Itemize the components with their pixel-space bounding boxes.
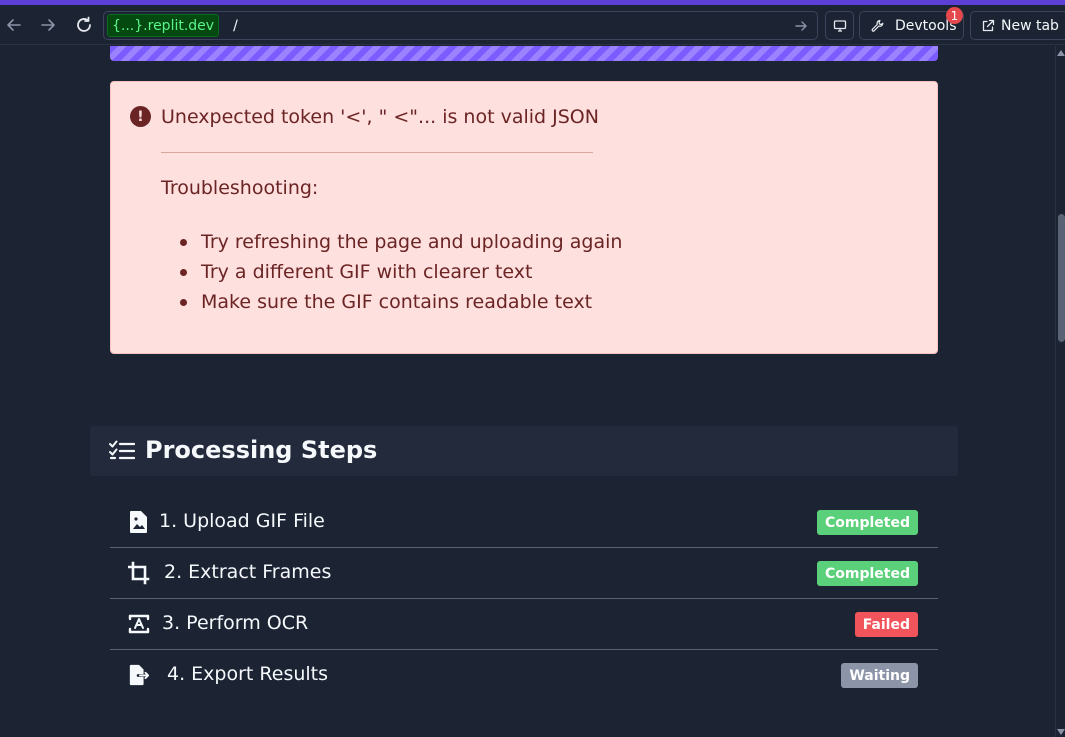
troubleshooting-list: Try refreshing the page and uploading ag… (179, 227, 622, 317)
address-bar[interactable]: {...} .replit.dev / (103, 11, 818, 40)
crop-icon (128, 561, 150, 585)
step-row: 1. Upload GIF File Completed (110, 497, 938, 548)
step-label: 2. Extract Frames (164, 561, 332, 583)
step-row: 2. Extract Frames Completed (110, 548, 938, 599)
step-row: 3. Perform OCR Failed (110, 599, 938, 650)
go-arrow-icon[interactable] (793, 18, 809, 34)
progress-bar-stripe (110, 46, 938, 61)
troubleshooting-tip: Try refreshing the page and uploading ag… (179, 227, 622, 257)
devtools-button[interactable]: Devtools 1 (859, 7, 964, 40)
external-link-icon (982, 19, 995, 31)
forward-button[interactable] (36, 13, 60, 37)
url-path[interactable]: / (233, 18, 238, 34)
status-badge: Failed (854, 612, 918, 637)
reload-icon (77, 16, 91, 32)
scroll-thumb[interactable] (1058, 214, 1065, 342)
troubleshooting-tip: Make sure the GIF contains readable text (179, 287, 622, 317)
scroll-up-arrow-icon[interactable] (1057, 50, 1065, 56)
new-tab-label: New tab (1001, 17, 1059, 34)
error-divider (161, 152, 593, 153)
error-message: Unexpected token '<', " <"... is not val… (161, 106, 599, 128)
error-alert: ! Unexpected token '<', " <"... is not v… (110, 81, 938, 354)
arrow-left-icon (7, 19, 21, 31)
wrench-icon (871, 19, 884, 32)
new-tab-button[interactable]: New tab (970, 11, 1065, 40)
reload-button[interactable] (72, 13, 96, 37)
status-badge: Completed (816, 510, 918, 535)
processing-steps-header: Processing Steps (90, 426, 958, 476)
browser-toolbar: {...} .replit.dev / Devtools 1 New tab (0, 5, 1065, 45)
processing-steps-title: Processing Steps (145, 436, 378, 464)
monitor-icon (833, 19, 846, 32)
status-badge: Waiting (841, 663, 918, 688)
file-image-icon (130, 511, 147, 533)
url-host-prefix: {...} (112, 17, 144, 34)
troubleshooting-title: Troubleshooting: (161, 177, 319, 199)
exclamation-circle-icon: ! (130, 106, 151, 127)
page-scrollbar[interactable] (1055, 46, 1065, 737)
devtools-badge: 1 (946, 7, 963, 24)
url-host-chip: {...} .replit.dev (107, 14, 220, 37)
step-label: 1. Upload GIF File (159, 510, 325, 532)
status-badge: Completed (816, 561, 918, 586)
checklist-icon (109, 440, 135, 460)
step-row: 4. Export Results Waiting (110, 650, 938, 701)
url-host-domain: .replit.dev (143, 17, 215, 34)
file-export-icon (129, 664, 150, 686)
troubleshooting-tip: Try a different GIF with clearer text (179, 257, 622, 287)
scroll-down-arrow-icon[interactable] (1057, 729, 1065, 735)
back-button[interactable] (2, 13, 26, 37)
text-scan-icon (128, 614, 150, 634)
arrow-right-icon (41, 19, 55, 31)
device-preview-button[interactable] (825, 11, 854, 40)
step-label: 3. Perform OCR (162, 612, 309, 634)
step-label: 4. Export Results (167, 663, 329, 685)
